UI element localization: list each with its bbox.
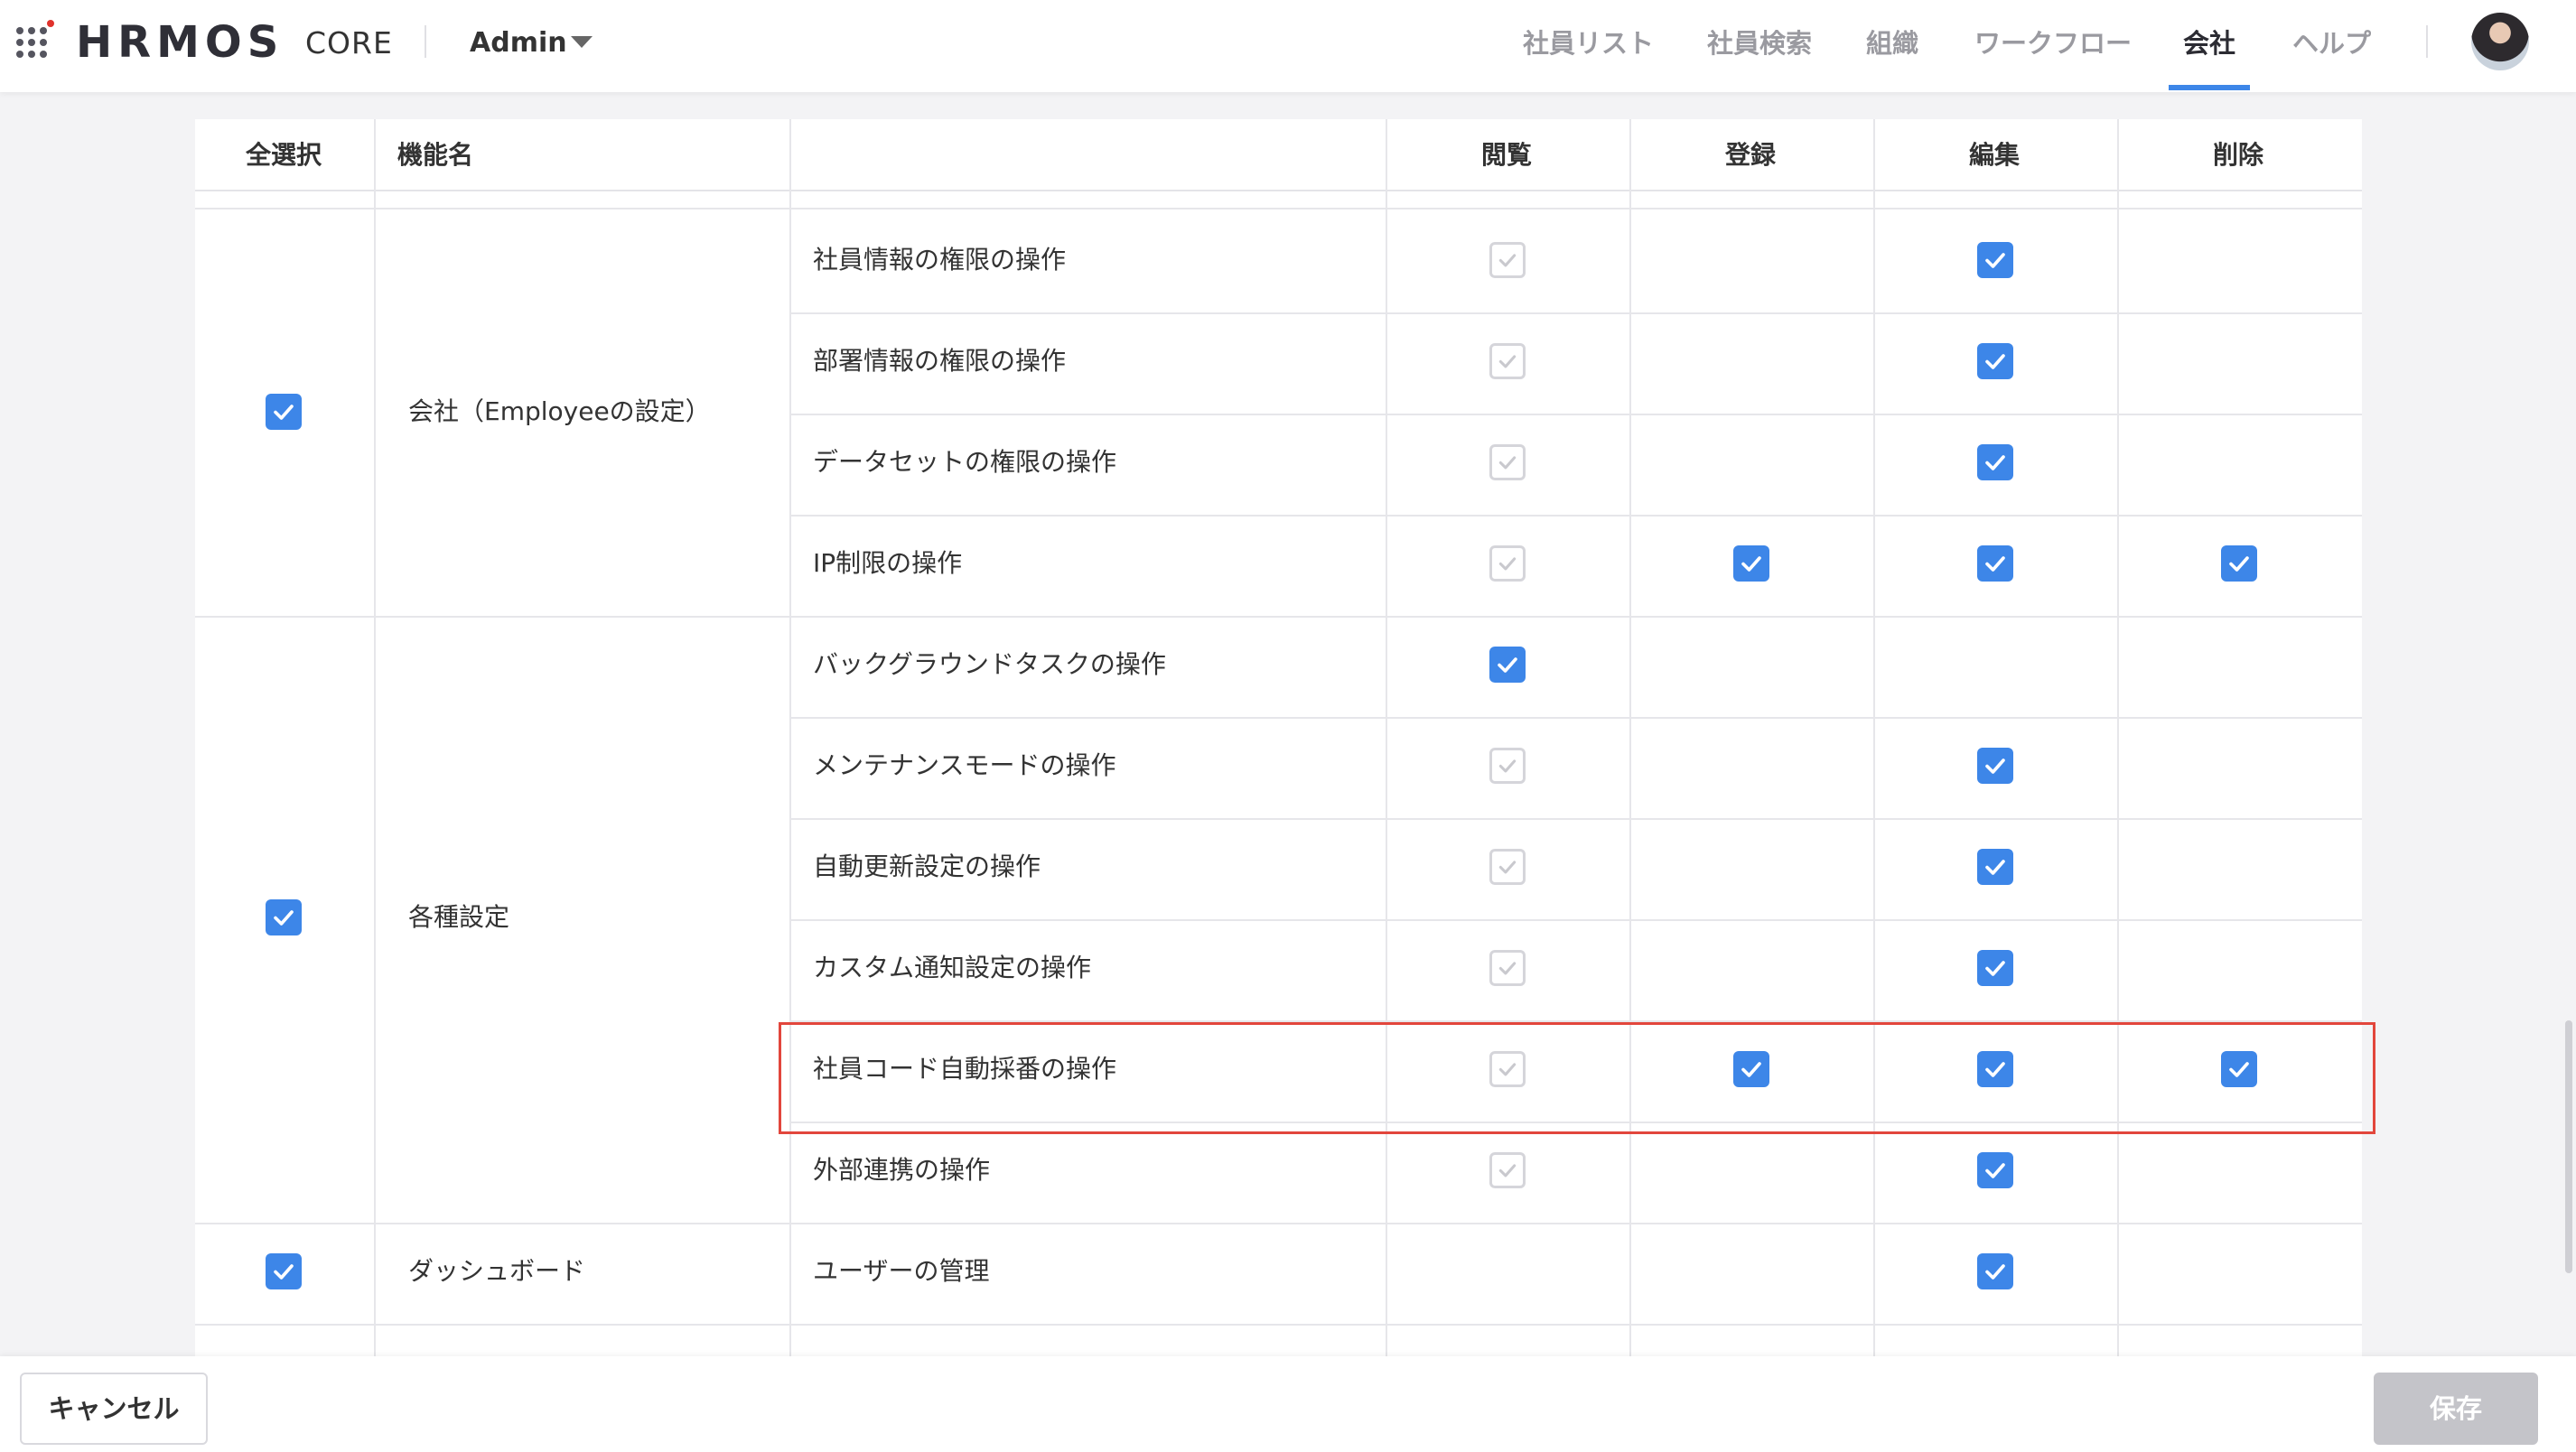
feature-label: データセットの権限の操作	[813, 447, 1117, 477]
row-divider	[789, 1020, 2362, 1022]
column-divider	[1629, 119, 1631, 1356]
feature-label: バックグラウンドタスクの操作	[813, 649, 1166, 679]
edit-checkbox[interactable]	[1977, 748, 2013, 784]
header-edit: 編集	[1969, 140, 2021, 170]
group-select-checkbox[interactable]	[266, 1253, 302, 1289]
user-avatar[interactable]	[2471, 13, 2529, 70]
row-divider	[195, 1324, 2362, 1326]
group-name: 会社（Employeeの設定）	[408, 396, 711, 426]
header-feature-name: 機能名	[397, 140, 474, 170]
permissions-table: 全選択 機能名 閲覧 登録 編集 削除 会社（Employeeの設定） 社員情報の…	[195, 119, 2362, 1356]
feature-label: 部署情報の権限の操作	[813, 346, 1067, 376]
view-checkbox[interactable]	[1489, 647, 1526, 683]
row-divider	[789, 515, 2362, 517]
column-divider	[1386, 119, 1387, 1356]
edit-checkbox[interactable]	[1977, 849, 2013, 885]
header-delete: 削除	[2213, 140, 2264, 170]
feature-label: カスタム通知設定の操作	[813, 953, 1092, 982]
cancel-button[interactable]: キャンセル	[20, 1373, 208, 1445]
feature-label: ユーザーの管理	[813, 1256, 990, 1286]
nav-workflow[interactable]: ワークフロー	[1974, 22, 2132, 65]
feature-label: 社員情報の権限の操作	[813, 245, 1067, 275]
hrmos-logo[interactable]: HRMOS	[76, 14, 284, 70]
row-divider	[195, 1223, 2362, 1224]
column-divider	[2117, 119, 2119, 1356]
edit-checkbox[interactable]	[1977, 950, 2013, 986]
top-header: HRMOS CORE Admin 社員リスト 社員検索 組織 ワークフロー 会社…	[0, 0, 2576, 92]
header-view: 閲覧	[1481, 140, 1533, 170]
scrollbar[interactable]	[2565, 1020, 2572, 1273]
nav-company[interactable]: 会社	[2183, 22, 2235, 65]
header-select-all: 全選択	[246, 140, 322, 170]
edit-checkbox[interactable]	[1977, 242, 2013, 278]
edit-checkbox[interactable]	[1977, 1051, 2013, 1087]
row-divider	[195, 616, 2362, 618]
feature-label: 自動更新設定の操作	[813, 852, 1041, 881]
delete-checkbox[interactable]	[2221, 1051, 2257, 1087]
feature-label: IP制限の操作	[813, 548, 963, 578]
caret-down-icon[interactable]	[571, 36, 593, 48]
view-checkbox[interactable]	[1489, 950, 1526, 986]
header-divider	[425, 25, 426, 58]
row-divider	[789, 1122, 2362, 1123]
active-tab-indicator	[2169, 85, 2250, 90]
register-checkbox[interactable]	[1733, 1051, 1769, 1087]
column-divider	[789, 119, 791, 1356]
feature-label: 社員コード自動採番の操作	[813, 1054, 1117, 1084]
row-divider	[789, 414, 2362, 415]
header-register: 登録	[1725, 140, 1777, 170]
nav-help[interactable]: ヘルプ	[2292, 22, 2371, 65]
delete-checkbox[interactable]	[2221, 545, 2257, 582]
row-divider	[789, 312, 2362, 314]
view-checkbox[interactable]	[1489, 1152, 1526, 1188]
save-button[interactable]: 保存	[2374, 1373, 2538, 1445]
app-grid-icon[interactable]	[16, 20, 54, 60]
view-checkbox[interactable]	[1489, 748, 1526, 784]
edit-checkbox[interactable]	[1977, 545, 2013, 582]
row-divider	[789, 919, 2362, 921]
group-select-checkbox[interactable]	[266, 394, 302, 430]
feature-label: メンテナンスモードの操作	[813, 750, 1116, 780]
view-checkbox[interactable]	[1489, 849, 1526, 885]
view-checkbox[interactable]	[1489, 545, 1526, 582]
view-checkbox[interactable]	[1489, 242, 1526, 278]
nav-divider	[2426, 25, 2428, 58]
workspace-selector[interactable]: Admin	[470, 22, 567, 65]
footer-bar: キャンセル 保存	[0, 1356, 2576, 1452]
view-checkbox[interactable]	[1489, 343, 1526, 379]
row-divider	[195, 208, 2362, 209]
edit-checkbox[interactable]	[1977, 444, 2013, 480]
view-checkbox[interactable]	[1489, 1051, 1526, 1087]
group-name: ダッシュボード	[408, 1256, 586, 1286]
logo-product-name: CORE	[305, 25, 393, 60]
feature-label: 外部連携の操作	[813, 1155, 991, 1185]
row-divider	[789, 818, 2362, 820]
nav-employee-list[interactable]: 社員リスト	[1523, 22, 1654, 65]
row-divider	[789, 717, 2362, 719]
register-checkbox[interactable]	[1733, 545, 1769, 582]
edit-checkbox[interactable]	[1977, 1152, 2013, 1188]
group-select-checkbox[interactable]	[266, 899, 302, 935]
table-header: 全選択 機能名 閲覧 登録 編集 削除	[195, 119, 2362, 191]
view-checkbox[interactable]	[1489, 444, 1526, 480]
nav-organization[interactable]: 組織	[1866, 22, 1918, 65]
column-divider	[374, 119, 376, 1356]
nav-employee-search[interactable]: 社員検索	[1707, 22, 1812, 65]
group-name: 各種設定	[408, 902, 510, 932]
column-divider	[1873, 119, 1875, 1356]
edit-checkbox[interactable]	[1977, 1253, 2013, 1289]
edit-checkbox[interactable]	[1977, 343, 2013, 379]
